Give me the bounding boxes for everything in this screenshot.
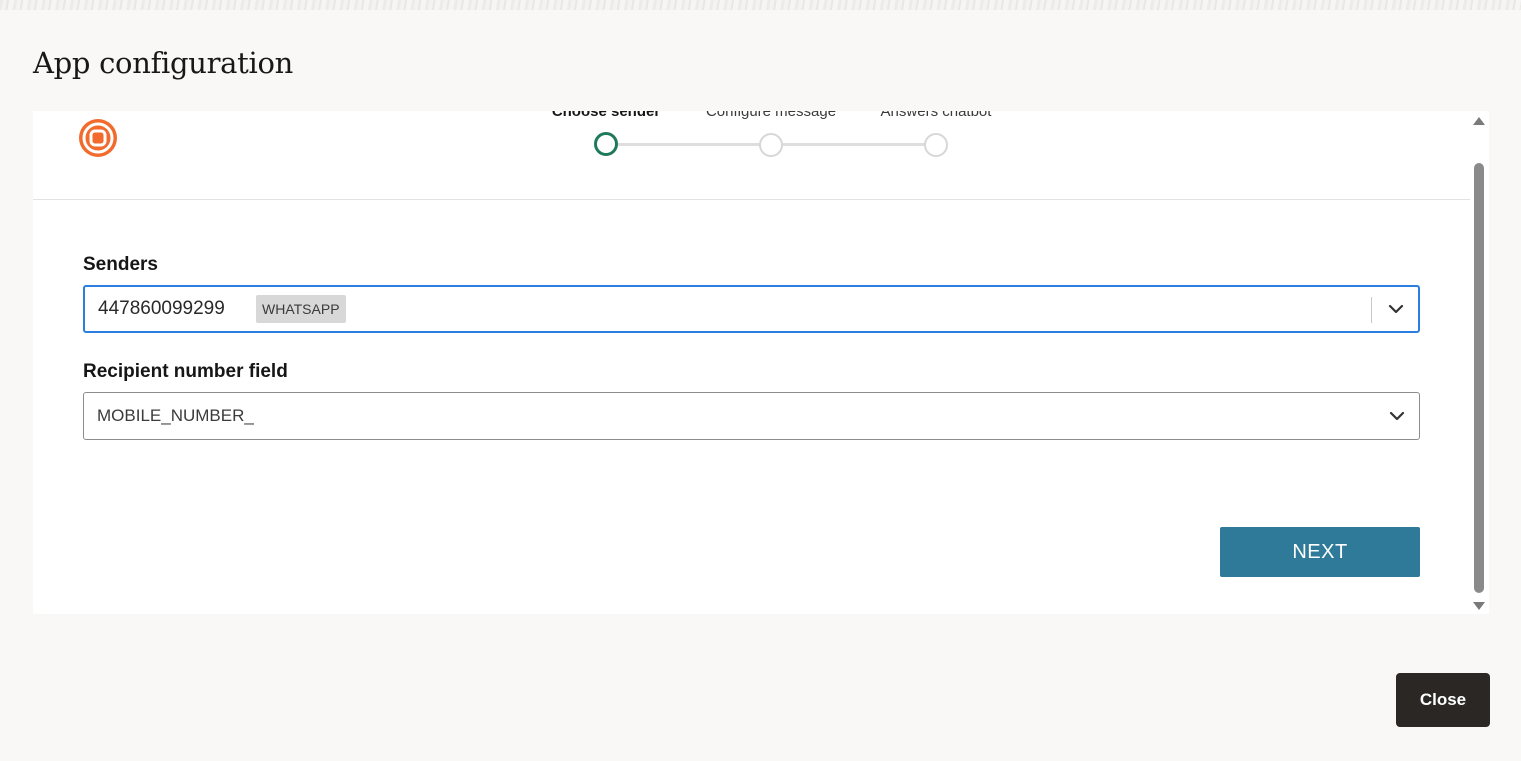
scroll-down-arrow-icon[interactable]: [1473, 602, 1485, 610]
chevron-down-icon[interactable]: [1386, 299, 1406, 319]
app-logo-icon: [79, 119, 117, 157]
scroll-up-arrow-icon[interactable]: [1473, 117, 1485, 125]
configuration-panel: Choose sender Configure message Answers …: [33, 111, 1489, 614]
whatsapp-badge: WHATSAPP: [256, 295, 346, 323]
header-divider: [33, 199, 1470, 200]
step-circle-configure-message[interactable]: [759, 133, 783, 157]
scroll-thumb[interactable]: [1474, 163, 1484, 593]
page-title: App configuration: [33, 46, 294, 80]
panel-scrollbar[interactable]: [1470, 111, 1489, 614]
recipient-number-select[interactable]: MOBILE_NUMBER_: [83, 392, 1420, 440]
step-connector-1: [618, 143, 761, 146]
select-separator: [1371, 297, 1372, 323]
step-label-answers-chatbot: Answers chatbot: [880, 111, 992, 120]
step-label-choose-sender: Choose sender: [551, 111, 661, 120]
recipient-selected-value: MOBILE_NUMBER_: [97, 406, 254, 425]
step-connector-2: [783, 143, 926, 146]
senders-select[interactable]: 447860099299 WHATSAPP: [83, 285, 1420, 333]
senders-selected-value: 447860099299: [98, 298, 225, 319]
top-texture-strip: [0, 0, 1521, 10]
chevron-down-icon[interactable]: [1387, 406, 1407, 426]
step-circle-choose-sender[interactable]: [594, 132, 618, 156]
step-circle-answers-chatbot[interactable]: [924, 133, 948, 157]
panel-content: Choose sender Configure message Answers …: [33, 111, 1470, 614]
wizard-stepper: Choose sender Configure message Answers …: [533, 111, 1013, 173]
close-button[interactable]: Close: [1396, 673, 1490, 727]
senders-label: Senders: [83, 254, 158, 275]
recipient-number-label: Recipient number field: [83, 361, 288, 382]
next-button[interactable]: NEXT: [1220, 527, 1420, 577]
step-label-configure-message: Configure message: [705, 111, 837, 120]
